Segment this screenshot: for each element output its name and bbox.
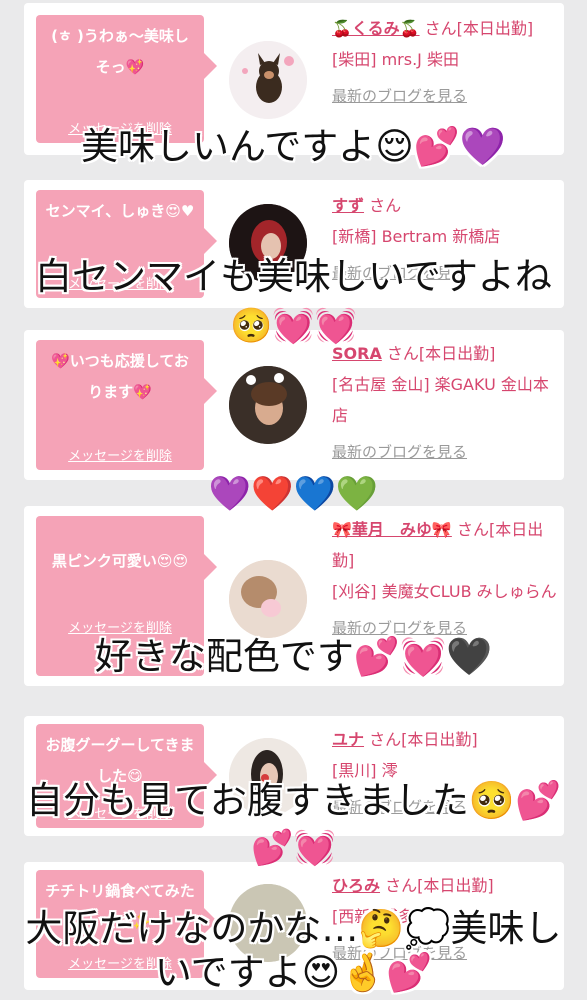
cast-honorific: さん[本日出勤] <box>369 730 478 749</box>
cast-honorific: さん <box>369 196 402 215</box>
cast-name-link[interactable]: 🍒くるみ🍒 <box>332 19 420 38</box>
delete-message-link[interactable]: メッセージを削除 <box>36 448 204 466</box>
overlay-emoji-line: 🥺💓💓 <box>229 306 357 346</box>
message-text: センマイ、しゅき😍♥ <box>45 202 195 220</box>
shop-name: [柴田] mrs.J 柴田 <box>332 50 459 69</box>
avatar[interactable] <box>229 41 307 119</box>
avatar[interactable] <box>229 366 307 444</box>
overlay-caption: 美味しいんですよ😌💕💜 <box>81 125 506 168</box>
latest-blog-link[interactable]: 最新のブログを見る <box>332 437 558 468</box>
overlay-caption: 好きな配色です💕💓🖤 <box>94 635 493 678</box>
shop-name: [刈谷] 美魔女CLUB みしゅらん <box>332 582 557 601</box>
person-photo-icon <box>229 366 307 444</box>
cast-name-link[interactable]: ユナ <box>332 730 364 749</box>
cast-name-link[interactable]: すず <box>332 196 364 215</box>
overlay-emoji-line: 💜❤️💙💚 <box>208 474 379 514</box>
latest-blog-link[interactable]: 最新のブログを見る <box>332 81 558 112</box>
avatar[interactable] <box>229 560 307 638</box>
cast-honorific: さん[本日出勤] <box>424 19 534 38</box>
overlay-caption: 大阪だけなのかな…🤔💭美味し <box>25 907 562 950</box>
dog-photo-icon <box>229 41 307 119</box>
person-photo-icon <box>229 560 307 638</box>
shop-name: [名古屋 金山] 楽GAKU 金山本店 <box>332 375 549 425</box>
cast-honorific: さん[本日出勤] <box>386 344 496 363</box>
message-card: 💖いつも応援しております💖 メッセージを削除 SORA さん[本日出勤] [名古… <box>24 330 564 480</box>
cast-name-link[interactable]: SORA <box>332 344 382 363</box>
overlay-caption: 白センマイも美味しいですよね <box>35 255 552 298</box>
cast-honorific: さん[本日出勤] <box>385 876 494 895</box>
shop-name: [新橋] Bertram 新橋店 <box>332 227 501 246</box>
cast-name-link[interactable]: ひろみ <box>332 876 380 895</box>
overlay-emoji-line: 💕💓 <box>251 828 336 868</box>
overlay-caption: 自分も見てお腹すきました🥺💕 <box>25 779 562 822</box>
cast-info: 🎀華月 みゆ🎀 さん[本日出勤] [刈谷] 美魔女CLUB みしゅらん 最新のブ… <box>332 514 558 644</box>
message-text: 黒ピンク可愛い😍😍 <box>51 552 189 570</box>
cast-info: SORA さん[本日出勤] [名古屋 金山] 楽GAKU 金山本店 最新のブログ… <box>332 338 558 468</box>
message-text: (ㅎ )うわぁ〜美味しそっ💖 <box>51 27 189 76</box>
message-text: 💖いつも応援しております💖 <box>51 352 189 401</box>
cast-info: 🍒くるみ🍒 さん[本日出勤] [柴田] mrs.J 柴田 最新のブログを見る <box>332 13 558 112</box>
message-bubble: 💖いつも応援しております💖 メッセージを削除 <box>36 340 217 470</box>
overlay-caption: いですよ😍🤞💕 <box>154 951 433 994</box>
cast-name-link[interactable]: 🎀華月 みゆ🎀 <box>332 520 452 539</box>
